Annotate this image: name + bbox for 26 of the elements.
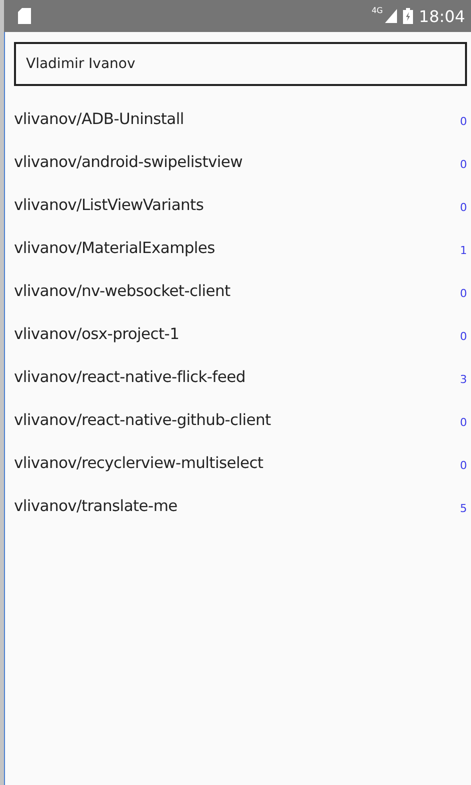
search-field[interactable]: Vladimir Ivanov [14,42,467,86]
repository-name[interactable]: vlivanov/react-native-flick-feed [14,368,460,386]
issue-count: 3 [460,373,467,386]
issue-count: 0 [460,287,467,300]
repository-name[interactable]: vlivanov/osx-project-1 [14,324,460,342]
sd-card-icon [18,8,31,24]
repository-name[interactable]: vlivanov/android-swipelistview [14,152,460,170]
repository-name[interactable]: vlivanov/recyclerview-multiselect [14,454,460,472]
signal-icon [384,9,397,23]
clock: 18:04 [418,6,465,26]
network-type: 4G [372,6,383,15]
issue-count: 5 [460,502,467,515]
repository-name[interactable]: vlivanov/ListViewVariants [14,196,460,214]
repository-name[interactable]: vlivanov/react-native-github-client [14,410,460,428]
issue-count: 1 [460,244,467,257]
repository-name[interactable]: vlivanov/ADB-Uninstall [14,110,460,128]
issue-count: 0 [460,201,467,214]
repository-name[interactable]: vlivanov/MaterialExamples [14,238,460,256]
repository-name[interactable]: vlivanov/translate-me [14,496,460,514]
issue-count: 0 [460,330,467,343]
issue-count: 0 [460,416,467,429]
battery-icon [402,8,413,24]
issue-count: 0 [460,158,467,171]
issue-count: 0 [460,115,467,128]
repository-name[interactable]: vlivanov/nv-websocket-client [14,282,460,300]
issue-count: 0 [460,459,467,472]
